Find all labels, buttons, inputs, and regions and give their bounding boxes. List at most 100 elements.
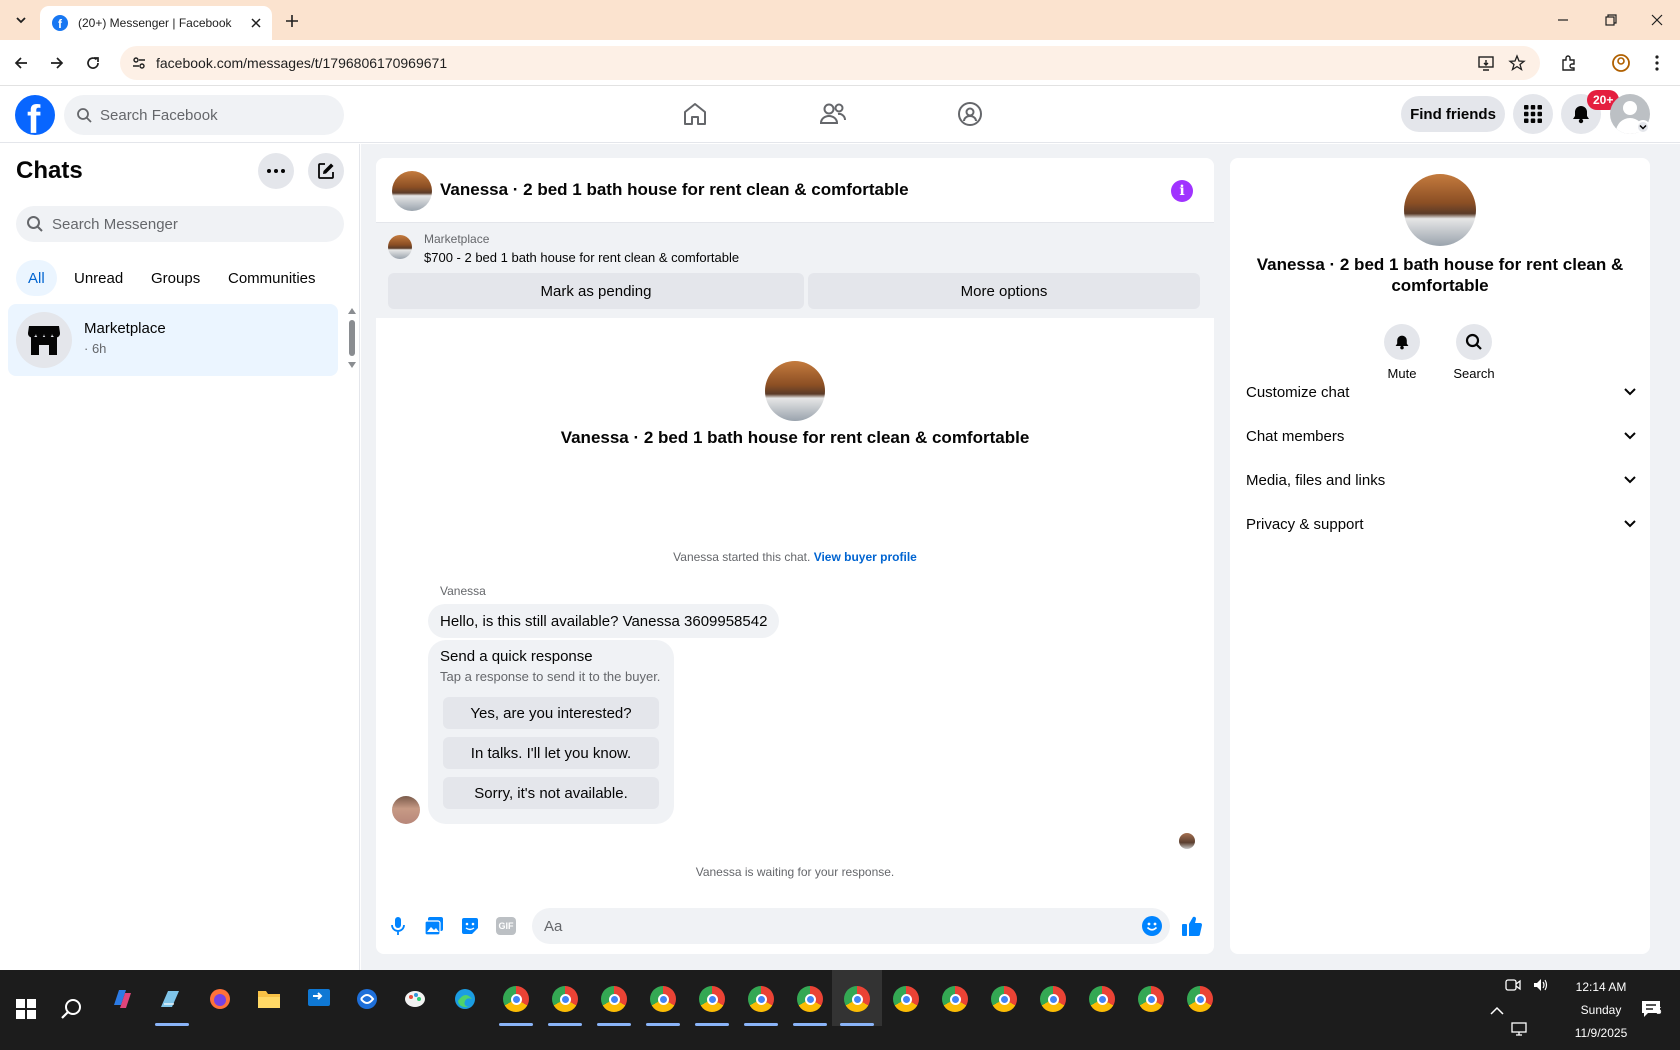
reload-icon[interactable] <box>80 50 106 76</box>
quick-response-yes-button[interactable]: Yes, are you interested? <box>443 697 659 729</box>
tab-search-dropdown-icon[interactable] <box>10 9 32 31</box>
chrome-menu-icon[interactable] <box>1644 50 1670 76</box>
remote-desktop-icon[interactable] <box>304 984 334 1014</box>
chrome-profile-14-icon[interactable] <box>1136 984 1166 1014</box>
account-chevron-down-icon[interactable] <box>1636 120 1650 134</box>
chats-options-button[interactable] <box>258 153 294 189</box>
section-privacy-support[interactable]: Privacy & support <box>1246 506 1636 542</box>
chats-scrollbar-thumb[interactable] <box>349 320 355 356</box>
chrome-profile-10-icon[interactable] <box>940 984 970 1014</box>
thumbs-up-icon[interactable] <box>1180 914 1204 938</box>
mark-as-pending-button[interactable]: Mark as pending <box>388 273 804 309</box>
copilot-icon[interactable] <box>107 984 137 1014</box>
listing-title[interactable]: $700 - 2 bed 1 bath house for rent clean… <box>424 250 739 265</box>
chrome-profile-4-icon[interactable] <box>648 984 678 1014</box>
chrome-profile-8-icon[interactable] <box>842 984 872 1014</box>
filter-groups[interactable]: Groups <box>139 260 212 296</box>
messenger-search-input[interactable]: Search Messenger <box>16 206 344 242</box>
microphone-icon[interactable] <box>386 914 410 938</box>
quick-response-not-available-button[interactable]: Sorry, it's not available. <box>443 777 659 809</box>
site-settings-icon[interactable] <box>128 52 150 74</box>
gif-icon[interactable]: GIF <box>494 914 518 938</box>
quick-response-in-talks-button[interactable]: In talks. I'll let you know. <box>443 737 659 769</box>
back-icon[interactable] <box>8 50 34 76</box>
conversation-title[interactable]: Vanessa · 2 bed 1 bath house for rent cl… <box>440 180 909 200</box>
address-bar[interactable]: facebook.com/messages/t/1796806170969671 <box>120 46 1540 80</box>
menu-grid-icon[interactable] <box>1513 94 1553 134</box>
paint-app-icon[interactable] <box>400 984 430 1014</box>
view-buyer-profile-link[interactable]: View buyer profile <box>814 550 917 564</box>
tab-title: (20+) Messenger | Facebook <box>78 16 232 30</box>
meet-now-icon[interactable] <box>1502 974 1524 996</box>
chrome-profile-6-icon[interactable] <box>746 984 776 1014</box>
chrome-profile-15-icon[interactable] <box>1185 984 1215 1014</box>
taskbar-running-indicator <box>695 1023 729 1026</box>
bookmark-star-icon[interactable] <box>1506 52 1528 74</box>
profile-icon[interactable] <box>1608 50 1634 76</box>
chrome-profile-9-icon[interactable] <box>891 984 921 1014</box>
incoming-message-bubble[interactable]: Hello, is this still available? Vanessa … <box>428 604 780 638</box>
chrome-profile-2-icon[interactable] <box>550 984 580 1014</box>
browser-tab-messenger[interactable]: f (20+) Messenger | Facebook <box>40 6 272 40</box>
section-customize-chat[interactable]: Customize chat <box>1246 374 1636 410</box>
section-chat-members[interactable]: Chat members <box>1246 418 1636 454</box>
marketplace-listing-bar: Marketplace $700 - 2 bed 1 bath house fo… <box>376 223 1214 318</box>
marketplace-store-icon <box>16 312 72 368</box>
volume-icon[interactable] <box>1530 974 1552 996</box>
filter-unread[interactable]: Unread <box>62 260 135 296</box>
minimize-window-icon[interactable] <box>1540 0 1586 40</box>
message-sender-name: Vanessa <box>440 584 486 598</box>
scroll-down-arrow-icon[interactable] <box>348 362 356 368</box>
chrome-profile-3-icon[interactable] <box>599 984 629 1014</box>
facebook-search-input[interactable]: Search Facebook <box>64 95 344 135</box>
chrome-profile-7-icon[interactable] <box>795 984 825 1014</box>
extensions-icon[interactable] <box>1556 50 1582 76</box>
mute-action[interactable]: Mute <box>1366 324 1438 381</box>
find-friends-button[interactable]: Find friends <box>1401 96 1505 132</box>
chrome-profile-11-icon[interactable] <box>989 984 1019 1014</box>
emoji-icon[interactable] <box>1142 916 1162 936</box>
groups-icon[interactable] <box>950 94 990 134</box>
taskbar-search-icon[interactable] <box>57 994 87 1024</box>
filter-all[interactable]: All <box>16 260 57 296</box>
forward-icon[interactable] <box>44 50 70 76</box>
chrome-profile-13-icon[interactable] <box>1087 984 1117 1014</box>
close-tab-icon[interactable] <box>248 15 264 31</box>
install-app-icon[interactable] <box>1475 52 1497 74</box>
new-message-button[interactable] <box>308 153 344 189</box>
more-options-button[interactable]: More options <box>808 273 1200 309</box>
chrome-profile-5-icon[interactable] <box>697 984 727 1014</box>
app-icon-blue[interactable] <box>352 984 382 1014</box>
conversation-info-icon[interactable]: i <box>1171 180 1193 202</box>
firefox-icon[interactable] <box>205 984 235 1014</box>
sticker-icon[interactable] <box>458 914 482 938</box>
new-tab-icon[interactable] <box>280 9 304 33</box>
close-window-icon[interactable] <box>1634 0 1680 40</box>
clock-time[interactable]: 12:14 AM <box>1566 980 1636 994</box>
notepad-app-icon[interactable] <box>155 984 185 1014</box>
windows-start-icon[interactable] <box>11 994 41 1024</box>
taskbar-active-indicator <box>155 1023 189 1026</box>
file-explorer-icon[interactable] <box>254 984 284 1014</box>
chrome-profile-1-icon[interactable] <box>501 984 531 1014</box>
network-icon[interactable] <box>1508 1018 1530 1040</box>
message-input[interactable]: Aa <box>532 908 1170 944</box>
filter-communities[interactable]: Communities <box>216 260 328 296</box>
attach-photo-icon[interactable] <box>422 914 446 938</box>
restore-window-icon[interactable] <box>1588 0 1634 40</box>
section-media-files-links[interactable]: Media, files and links <box>1246 462 1636 498</box>
listing-thumbnail[interactable] <box>392 171 432 211</box>
chrome-profile-12-icon[interactable] <box>1038 984 1068 1014</box>
home-icon[interactable] <box>675 94 715 134</box>
clock-day[interactable]: Sunday <box>1566 1003 1636 1017</box>
clock-date[interactable]: 11/9/2025 <box>1566 1026 1636 1040</box>
sender-avatar[interactable] <box>392 796 420 824</box>
search-in-conversation-action[interactable]: Search <box>1438 324 1510 381</box>
conversation-marketplace[interactable]: Marketplace · 6h <box>8 304 338 376</box>
friends-icon[interactable] <box>813 94 853 134</box>
edge-icon[interactable] <box>450 984 480 1014</box>
facebook-logo-icon[interactable]: f <box>15 95 55 135</box>
scroll-up-arrow-icon[interactable] <box>348 308 356 314</box>
search-icon <box>27 216 43 232</box>
info-listing-photo <box>1404 174 1476 246</box>
